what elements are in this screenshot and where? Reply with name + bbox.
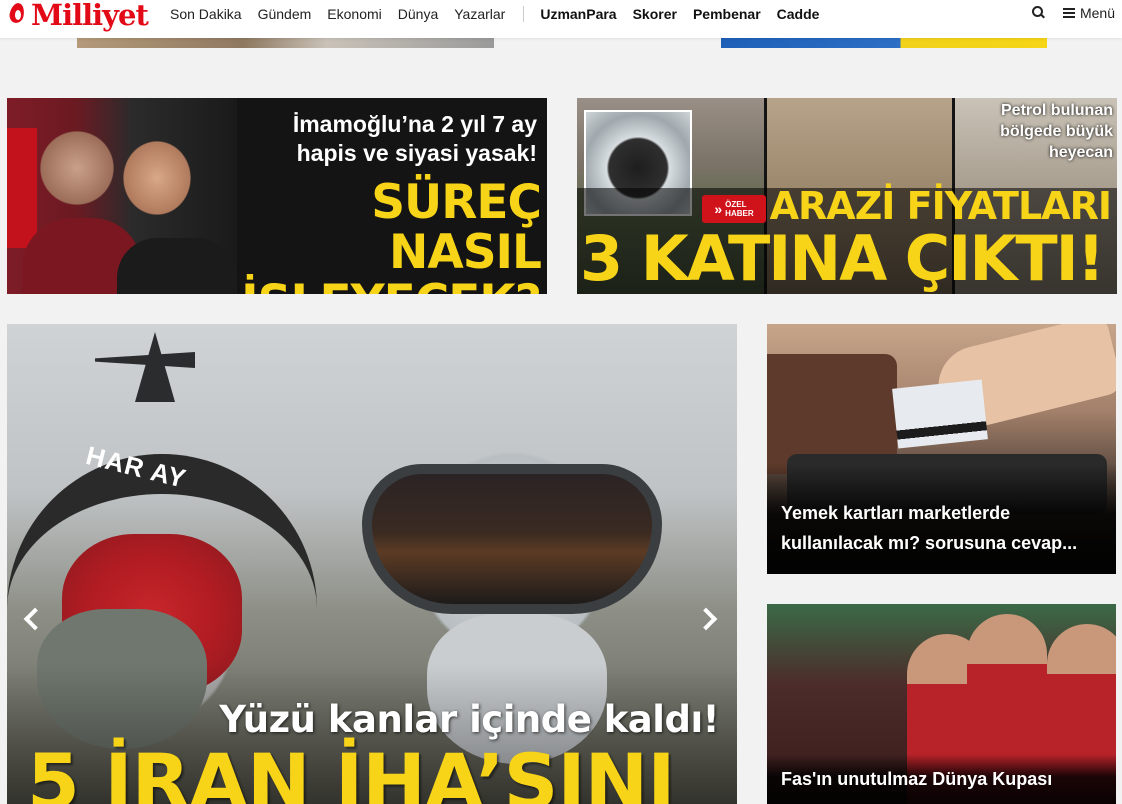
chevron-left-icon — [23, 607, 47, 631]
news-card[interactable]: Yemek kartları marketlerde kullanılacak … — [767, 324, 1116, 574]
card-title: Yemek kartları marketlerde kullanılacak … — [781, 503, 1078, 553]
pilot-visor — [362, 464, 662, 614]
flag-decoration — [7, 128, 37, 248]
drone-image — [95, 332, 195, 402]
main-nav: Son Dakika Gündem Ekonomi Dünya Yazarlar… — [170, 0, 835, 28]
hero-slider[interactable]: HAR AY Yüzü kanlar içinde kaldı! 5 İRAN … — [7, 324, 737, 804]
ad-strip-left[interactable] — [77, 38, 494, 48]
search-icon[interactable] — [1031, 5, 1047, 21]
news-card[interactable]: Fas'ın unutulmaz Dünya Kupası — [767, 604, 1116, 804]
header-actions: Menü — [1031, 0, 1115, 26]
chevron-right-icon — [694, 607, 718, 631]
nav-skorer[interactable]: Skorer — [633, 6, 677, 22]
site-header: Milliyet Son Dakika Gündem Ekonomi Dünya… — [0, 0, 1122, 38]
slider-prev-button[interactable] — [14, 602, 48, 636]
card-caption: Fas'ın unutulmaz Dünya Kupası — [767, 754, 1116, 804]
hamburger-icon — [1062, 8, 1075, 18]
banner-headline: SÜREÇ NASIL İŞLEYECEK? — [211, 175, 542, 295]
nav-ekonomi[interactable]: Ekonomi — [327, 6, 381, 22]
nav-son-dakika[interactable]: Son Dakika — [170, 6, 242, 22]
banner-subtitle: İmamoğlu’na 2 yıl 7 ay hapis ve siyasi y… — [292, 111, 537, 166]
menu-label: Menü — [1079, 5, 1115, 21]
card-title: Fas'ın unutulmaz Dünya Kupası — [781, 769, 1053, 789]
headline-line: İŞLEYECEK? — [241, 275, 542, 295]
badge-line: ÖZEL — [725, 200, 747, 209]
hero-subtitle: Yüzü kanlar içinde kaldı! — [219, 698, 719, 741]
slider-next-button[interactable] — [693, 602, 727, 636]
flame-logo-icon — [7, 1, 29, 29]
badge-line: HABER — [725, 209, 754, 218]
nav-cadde[interactable]: Cadde — [777, 6, 820, 22]
nav-pembenar[interactable]: Pembenar — [693, 6, 761, 22]
banner-imamoglu[interactable]: İmamoğlu’na 2 yıl 7 ay hapis ve siyasi y… — [7, 98, 547, 294]
banner-headline: ARAZİ FİYATLARI — [769, 184, 1112, 228]
nav-uzmanpara[interactable]: UzmanPara — [540, 6, 616, 22]
payment-card-image — [892, 379, 988, 449]
nav-divider — [523, 6, 525, 22]
menu-button[interactable]: Menü — [1062, 5, 1115, 21]
ad-strip-right[interactable] — [721, 38, 1047, 48]
banner-arazi[interactable]: Petrol bulunan bölgede büyük heyecan » Ö… — [577, 98, 1117, 294]
logo-text: Milliyet — [31, 0, 149, 32]
badge-text: ÖZEL HABER — [725, 200, 753, 218]
double-chevron-icon: » — [714, 201, 723, 217]
banner-headline: 3 KATINA ÇIKTI! — [580, 222, 1105, 294]
nav-gundem[interactable]: Gündem — [258, 6, 312, 22]
ozel-haber-badge: » ÖZEL HABER — [702, 195, 766, 223]
banner-corner-text: Petrol bulunan bölgede büyük heyecan — [1000, 102, 1113, 161]
nav-dunya[interactable]: Dünya — [398, 6, 438, 22]
card-caption: Yemek kartları marketlerde kullanılacak … — [767, 464, 1116, 574]
nav-yazarlar[interactable]: Yazarlar — [454, 6, 505, 22]
hero-headline: 5 İRAN İHA’SINI — [27, 737, 676, 804]
milliyet-logo[interactable]: Milliyet — [7, 0, 149, 34]
headline-line: SÜREÇ NASIL — [371, 175, 542, 280]
